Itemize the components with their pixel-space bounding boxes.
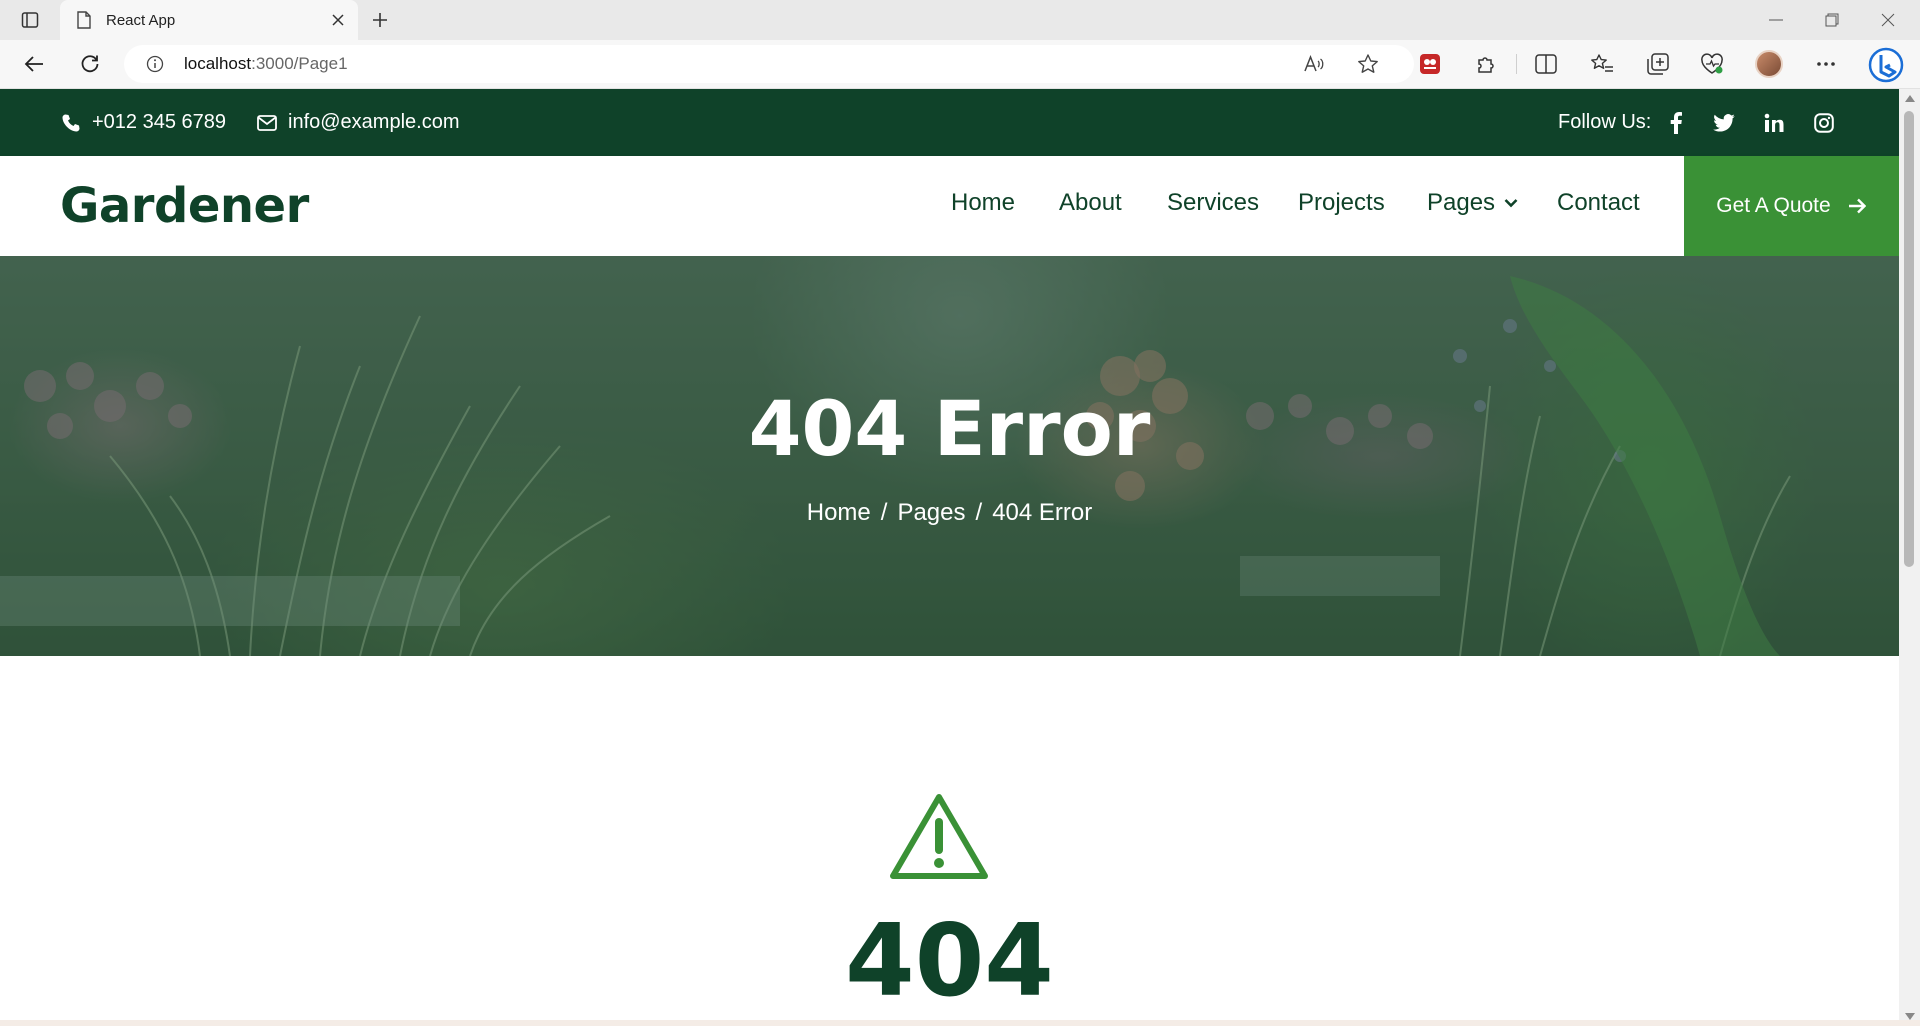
scroll-thumb[interactable] (1904, 111, 1914, 567)
bottom-edge (0, 1020, 1920, 1026)
back-icon[interactable] (16, 48, 52, 80)
envelope-icon (256, 112, 278, 134)
phone-number: +012 345 6789 (92, 111, 227, 133)
main-navbar: Gardener Home About Services Projects Pa… (0, 156, 1899, 256)
close-window-icon[interactable] (1860, 0, 1916, 40)
browser-tab[interactable]: React App (60, 0, 358, 40)
browser-essentials-icon[interactable] (1694, 48, 1730, 80)
favorite-star-icon[interactable] (1354, 51, 1382, 77)
split-screen-icon[interactable] (1528, 48, 1564, 80)
email-contact[interactable]: info@example.com (256, 89, 459, 156)
error-code: 404 (845, 902, 1054, 1019)
get-a-quote-button[interactable]: Get A Quote (1684, 156, 1899, 256)
nav-services[interactable]: Services (1167, 189, 1259, 217)
browser-toolbar: localhost:3000/Page1 (0, 40, 1920, 89)
error-content: 404 (0, 656, 1899, 1026)
get-a-quote-label: Get A Quote (1716, 194, 1831, 217)
breadcrumb-separator: / (975, 499, 983, 526)
facebook-icon[interactable] (1662, 109, 1690, 137)
page-scrollbar[interactable] (1899, 89, 1920, 1026)
read-aloud-icon[interactable] (1300, 51, 1328, 77)
nav-pages-label: Pages (1427, 189, 1496, 216)
scroll-up-icon[interactable] (1905, 95, 1915, 102)
breadcrumb-separator: / (880, 499, 888, 526)
collections-icon[interactable] (1640, 48, 1676, 80)
site-info-icon[interactable] (144, 53, 166, 75)
address-bar[interactable]: localhost:3000/Page1 (124, 45, 1414, 83)
browser-tab-bar: React App (0, 0, 1920, 40)
extension-red-icon[interactable] (1412, 48, 1448, 80)
favorites-list-icon[interactable] (1584, 48, 1620, 80)
restore-icon[interactable] (1804, 0, 1860, 40)
breadcrumb-pages[interactable]: Pages (897, 499, 965, 527)
page-title: 404 Error (748, 384, 1151, 473)
nav-projects[interactable]: Projects (1298, 189, 1385, 217)
extensions-puzzle-icon[interactable] (1468, 48, 1504, 80)
top-contact-bar: +012 345 6789 info@example.com Follow Us… (0, 89, 1899, 156)
tab-title: React App (106, 11, 176, 29)
phone-contact[interactable]: +012 345 6789 (60, 89, 226, 156)
new-tab-icon[interactable] (364, 6, 396, 34)
linkedin-icon[interactable] (1760, 109, 1788, 137)
tab-actions-icon[interactable] (16, 8, 44, 32)
twitter-icon[interactable] (1710, 109, 1738, 137)
phone-icon (60, 112, 82, 134)
copilot-icon[interactable] (1866, 46, 1906, 84)
chevron-down-icon (1503, 195, 1519, 211)
page-header-hero: 404 Error Home / Pages / 404 Error (0, 256, 1899, 656)
url-text: localhost:3000/Page1 (184, 54, 348, 73)
close-tab-icon[interactable] (324, 6, 352, 34)
email-address: info@example.com (288, 111, 460, 133)
nav-home[interactable]: Home (951, 189, 1015, 217)
breadcrumb-home[interactable]: Home (807, 499, 871, 527)
nav-pages-dropdown[interactable]: Pages (1427, 189, 1519, 217)
scroll-down-icon[interactable] (1905, 1013, 1915, 1020)
breadcrumb-current: 404 Error (992, 499, 1093, 526)
more-options-icon[interactable] (1808, 48, 1844, 80)
arrow-right-icon (1847, 196, 1867, 216)
refresh-icon[interactable] (72, 48, 108, 80)
instagram-icon[interactable] (1810, 109, 1838, 137)
nav-contact[interactable]: Contact (1557, 189, 1640, 217)
nav-about[interactable]: About (1059, 189, 1122, 217)
breadcrumb: Home / Pages / 404 Error (0, 499, 1899, 527)
minimize-icon[interactable] (1748, 0, 1804, 40)
profile-avatar[interactable] (1755, 50, 1783, 78)
page-icon (74, 10, 94, 30)
follow-us-label: Follow Us: (1558, 111, 1652, 133)
brand-logo[interactable]: Gardener (60, 178, 309, 234)
warning-triangle-icon (890, 794, 988, 879)
